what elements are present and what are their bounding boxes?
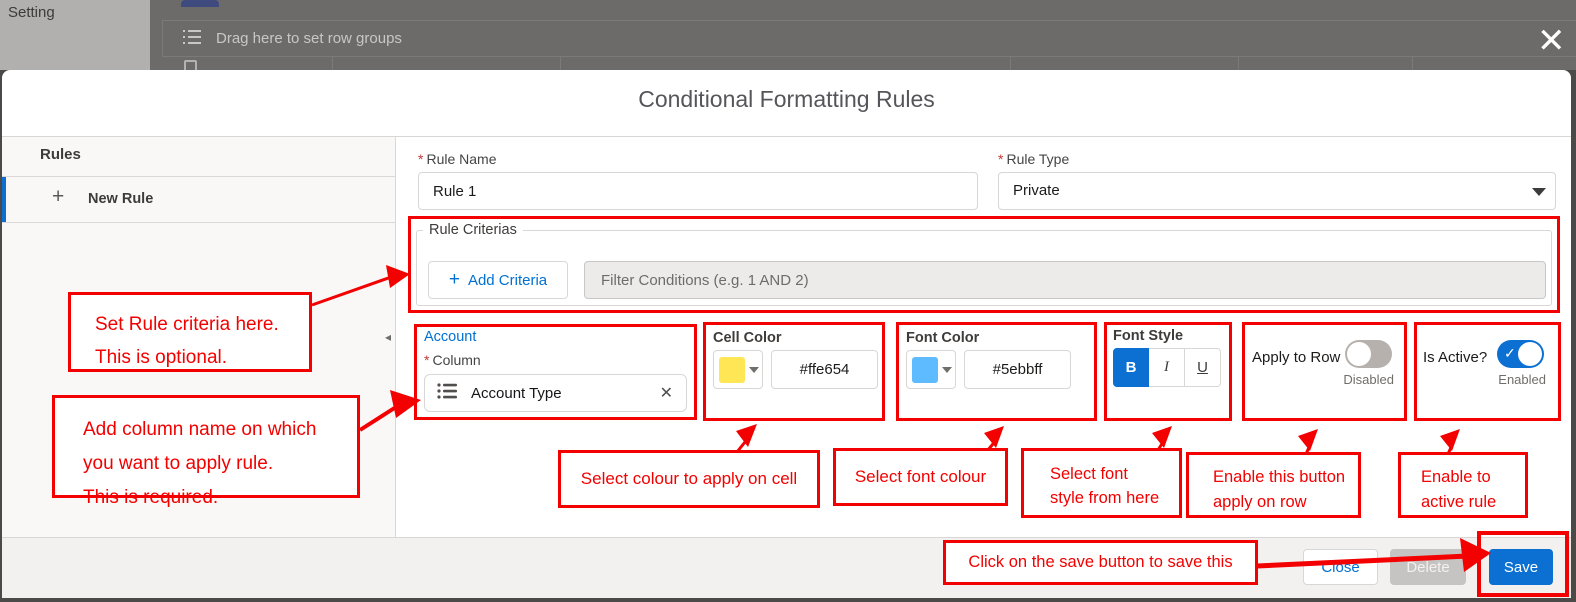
clear-column-icon[interactable]: ✕	[660, 383, 673, 403]
collapse-panel-icon[interactable]: ◂	[385, 330, 391, 344]
is-active-label: Is Active?	[1423, 349, 1488, 366]
column-value: Account Type	[471, 384, 562, 402]
rule-name-label-text: Rule Name	[426, 151, 497, 167]
font-style-label: Font Style	[1113, 328, 1184, 344]
toggle-knob	[1347, 342, 1371, 366]
underline-button[interactable]: U	[1185, 348, 1221, 387]
grid-divider	[1412, 57, 1413, 70]
chevron-down-icon	[942, 366, 952, 373]
column-picker[interactable]: Account Type ✕	[424, 374, 687, 412]
plus-icon: +	[52, 185, 65, 208]
required-asterisk: *	[418, 151, 424, 167]
background-tab	[181, 0, 219, 7]
screen: Setting Drag here to set row groups ✕ Co…	[0, 0, 1576, 602]
rule-name-label: * Rule Name	[418, 151, 496, 167]
save-button[interactable]: Save	[1489, 549, 1553, 585]
grid-divider	[332, 57, 333, 70]
font-color-swatch	[912, 356, 938, 383]
rules-header: Rules	[40, 146, 81, 163]
grid-divider	[1238, 57, 1239, 70]
add-criteria-label: Add Criteria	[467, 271, 548, 289]
apply-to-row-toggle[interactable]	[1345, 340, 1392, 368]
row-groups-label: Drag here to set row groups	[216, 30, 402, 47]
divider	[2, 222, 396, 223]
required-asterisk: *	[998, 151, 1004, 167]
setting-label: Setting	[8, 4, 55, 21]
selected-indicator	[2, 177, 6, 222]
column-label: * Column	[424, 352, 481, 368]
cell-color-swatch-button[interactable]	[713, 350, 763, 389]
grid-divider	[560, 57, 561, 70]
check-icon: ✓	[1504, 345, 1516, 361]
font-style-group: B I U	[1113, 348, 1221, 387]
font-color-hex-input[interactable]	[964, 350, 1071, 389]
add-criteria-button[interactable]: + Add Criteria	[428, 261, 568, 299]
font-color-label: Font Color	[906, 330, 980, 346]
modal-title: Conditional Formatting Rules	[638, 86, 935, 112]
is-active-toggle[interactable]: ✓	[1497, 340, 1544, 368]
rule-type-select[interactable]: Private	[998, 172, 1556, 210]
close-button[interactable]: Close	[1303, 549, 1378, 585]
object-link-account[interactable]: Account	[424, 329, 476, 345]
delete-button[interactable]: Delete	[1390, 549, 1466, 585]
plus-icon: +	[448, 269, 460, 290]
italic-button[interactable]: I	[1149, 348, 1185, 387]
close-icon[interactable]: ✕	[1537, 24, 1566, 58]
cell-color-label: Cell Color	[713, 330, 782, 346]
rule-type-label: * Rule Type	[998, 151, 1069, 167]
font-color-swatch-button[interactable]	[906, 350, 956, 389]
bold-button[interactable]: B	[1113, 348, 1149, 387]
grid-divider	[1010, 57, 1011, 70]
new-rule-label: New Rule	[88, 191, 154, 207]
rule-name-input[interactable]	[418, 172, 978, 210]
cell-color-swatch	[719, 356, 745, 383]
chevron-down-icon	[1532, 188, 1546, 196]
column-label-text: Column	[432, 352, 481, 368]
background-settings-panel: Setting	[0, 0, 150, 70]
apply-to-row-label: Apply to Row	[1252, 349, 1341, 366]
row-groups-icon	[183, 28, 201, 51]
rule-type-label-text: Rule Type	[1006, 151, 1070, 167]
is-active-state: Enabled	[1498, 372, 1546, 387]
apply-to-row-state: Disabled	[1343, 372, 1394, 387]
toggle-knob	[1518, 342, 1542, 366]
background-grid-panel: Drag here to set row groups ✕	[150, 0, 1576, 73]
rule-criterias-legend: Rule Criterias	[429, 222, 517, 238]
cell-color-hex-input[interactable]	[771, 350, 878, 389]
required-asterisk: *	[424, 352, 430, 368]
chevron-down-icon	[749, 366, 759, 373]
filter-conditions-input[interactable]	[584, 261, 1546, 299]
list-icon	[437, 382, 457, 405]
